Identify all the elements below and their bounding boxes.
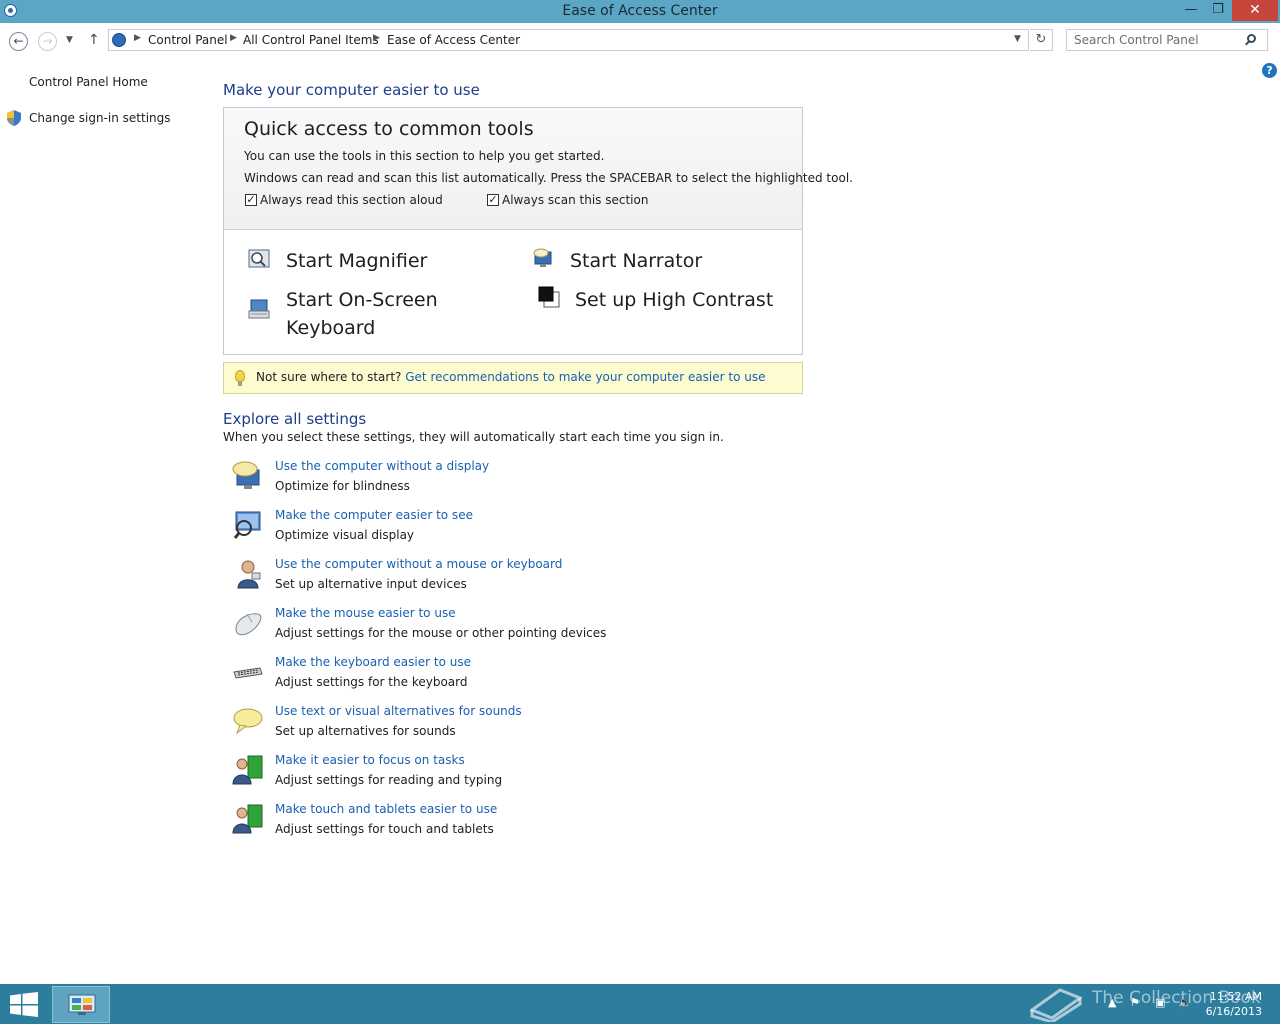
scan-checkbox[interactable]: ✓: [487, 194, 499, 206]
back-button[interactable]: ←: [9, 32, 28, 51]
setting-link[interactable]: Use the computer without a mouse or keyb…: [275, 557, 562, 571]
quick-access-header: Quick access to common tools You can use…: [224, 108, 853, 230]
on-screen-keyboard-line2: Keyboard: [286, 317, 376, 339]
clock[interactable]: 11:52 AM 6/16/2013: [1190, 989, 1262, 1019]
setting-link[interactable]: Make touch and tablets easier to use: [275, 802, 497, 816]
crumb-separator-icon[interactable]: ▶: [134, 33, 141, 43]
clock-date: 6/16/2013: [1205, 1005, 1262, 1018]
setting-item: Make touch and tablets easier to use Adj…: [232, 802, 792, 846]
high-contrast-icon[interactable]: [538, 286, 560, 308]
explore-subtitle: When you select these settings, they wil…: [223, 430, 724, 444]
show-hidden-icons-icon[interactable]: ▲: [1108, 996, 1116, 1009]
setting-description: Adjust settings for reading and typing: [275, 773, 503, 787]
search-input[interactable]: [1066, 29, 1268, 51]
quick-access-title: Quick access to common tools: [244, 118, 534, 140]
setting-link[interactable]: Make the keyboard easier to use: [275, 655, 471, 669]
address-toolbar: ← → ▼ ↑ ▶ Control Panel ▶ All Control Pa…: [0, 23, 1280, 59]
sidebar-change-sign-in-settings[interactable]: Change sign-in settings: [29, 111, 171, 125]
crumb-separator-icon[interactable]: ▶: [373, 33, 380, 43]
control-panel-icon: [112, 33, 126, 47]
lightbulb-icon: [235, 370, 245, 386]
page-heading: Make your computer easier to use: [223, 81, 480, 99]
breadcrumb-ease-of-access[interactable]: Ease of Access Center: [387, 33, 520, 47]
explore-heading: Explore all settings: [223, 410, 367, 428]
speech-bubble-icon[interactable]: [232, 705, 264, 737]
window-title: Ease of Access Center: [562, 3, 718, 19]
restore-button[interactable]: ❐: [1205, 0, 1231, 21]
address-dropdown-icon[interactable]: ▼: [1014, 34, 1021, 44]
person-icon[interactable]: [232, 558, 264, 590]
clock-time: 11:52 AM: [1209, 990, 1262, 1003]
sidebar-control-panel-home[interactable]: Control Panel Home: [29, 75, 148, 89]
setting-description: Set up alternatives for sounds: [275, 724, 456, 738]
control-panel-icon: [68, 994, 96, 1015]
setting-link[interactable]: Make the mouse easier to use: [275, 606, 456, 620]
narrator-icon[interactable]: [532, 247, 554, 269]
get-recommendations-link[interactable]: Get recommendations to make your compute…: [405, 370, 765, 384]
setting-item: Use the computer without a mouse or keyb…: [232, 557, 792, 601]
uac-shield-icon: [7, 110, 21, 126]
read-aloud-checkbox[interactable]: ✓: [245, 194, 257, 206]
setting-description: Optimize visual display: [275, 528, 415, 542]
set-up-high-contrast-link[interactable]: Set up High Contrast: [575, 286, 773, 314]
search-icon[interactable]: [1247, 34, 1256, 43]
breadcrumb-control-panel[interactable]: Control Panel: [148, 33, 228, 47]
quick-access-line1: You can use the tools in this section to…: [244, 149, 605, 163]
action-center-flag-icon[interactable]: ⚑: [1130, 996, 1140, 1009]
setting-link[interactable]: Make the computer easier to see: [275, 508, 473, 522]
keyboard-icon[interactable]: [232, 656, 264, 688]
setting-item: Make the computer easier to see Optimize…: [232, 508, 792, 552]
taskbar: The Collection Book ▲ ⚑ ▣ 🔈 11:52 AM 6/1…: [0, 984, 1280, 1024]
setting-item: Make the keyboard easier to use Adjust s…: [232, 655, 792, 699]
recommendations-prefix: Not sure where to start?: [256, 370, 402, 384]
setting-description: Adjust settings for the keyboard: [275, 675, 468, 689]
watermark-book-icon: [1030, 988, 1082, 1022]
recommendations-text: Not sure where to start? Get recommendat…: [256, 370, 766, 384]
on-screen-keyboard-icon[interactable]: [248, 298, 270, 320]
setting-link[interactable]: Use the computer without a display: [275, 459, 489, 473]
setting-item: Use text or visual alternatives for soun…: [232, 704, 792, 748]
setting-description: Set up alternative input devices: [275, 577, 467, 591]
quick-access-line2: Windows can read and scan this list auto…: [244, 171, 853, 185]
setting-item: Make it easier to focus on tasks Adjust …: [232, 753, 792, 797]
minimize-button[interactable]: —: [1178, 0, 1204, 21]
setting-description: Adjust settings for touch and tablets: [275, 822, 494, 836]
setting-link[interactable]: Make it easier to focus on tasks: [275, 753, 465, 767]
windows-logo-icon[interactable]: [10, 992, 38, 1017]
monitor-icon[interactable]: [232, 509, 264, 541]
close-button[interactable]: ✕: [1232, 0, 1278, 21]
display-bubble-icon[interactable]: [232, 460, 264, 492]
mouse-icon[interactable]: [232, 607, 264, 639]
users-icon[interactable]: [232, 754, 264, 786]
forward-button[interactable]: →: [38, 32, 57, 51]
quick-access-panel: Quick access to common tools You can use…: [223, 107, 853, 355]
start-narrator-link[interactable]: Start Narrator: [570, 247, 702, 275]
crumb-separator-icon[interactable]: ▶: [230, 33, 237, 43]
recent-locations-chevron-icon[interactable]: ▼: [66, 35, 73, 45]
setting-description: Optimize for blindness: [275, 479, 410, 493]
on-screen-keyboard-line1: Start On-Screen: [286, 289, 438, 311]
up-button[interactable]: ↑: [88, 32, 100, 48]
scan-label[interactable]: Always scan this section: [502, 193, 648, 207]
users-icon[interactable]: [232, 803, 264, 835]
breadcrumb-all-items[interactable]: All Control Panel Items: [243, 33, 379, 47]
read-aloud-label[interactable]: Always read this section aloud: [260, 193, 443, 207]
setting-item: Make the mouse easier to use Adjust sett…: [232, 606, 792, 650]
setting-description: Adjust settings for the mouse or other p…: [275, 626, 607, 640]
start-on-screen-keyboard-link[interactable]: Start On-Screen Keyboard: [286, 286, 438, 342]
title-bar: Ease of Access Center — ❐ ✕: [0, 0, 1280, 23]
refresh-button[interactable]: ↻: [1030, 29, 1053, 51]
recommendations-bar: Not sure where to start? Get recommendat…: [223, 362, 803, 394]
setting-item: Use the computer without a display Optim…: [232, 459, 792, 503]
taskbar-control-panel-button[interactable]: [52, 986, 110, 1023]
network-icon[interactable]: ▣: [1155, 996, 1165, 1009]
start-magnifier-link[interactable]: Start Magnifier: [286, 247, 427, 275]
setting-link[interactable]: Use text or visual alternatives for soun…: [275, 704, 522, 718]
help-icon[interactable]: ?: [1262, 63, 1277, 78]
address-box[interactable]: ▶ Control Panel ▶ All Control Panel Item…: [108, 29, 1029, 51]
magnifier-icon[interactable]: [248, 249, 270, 271]
